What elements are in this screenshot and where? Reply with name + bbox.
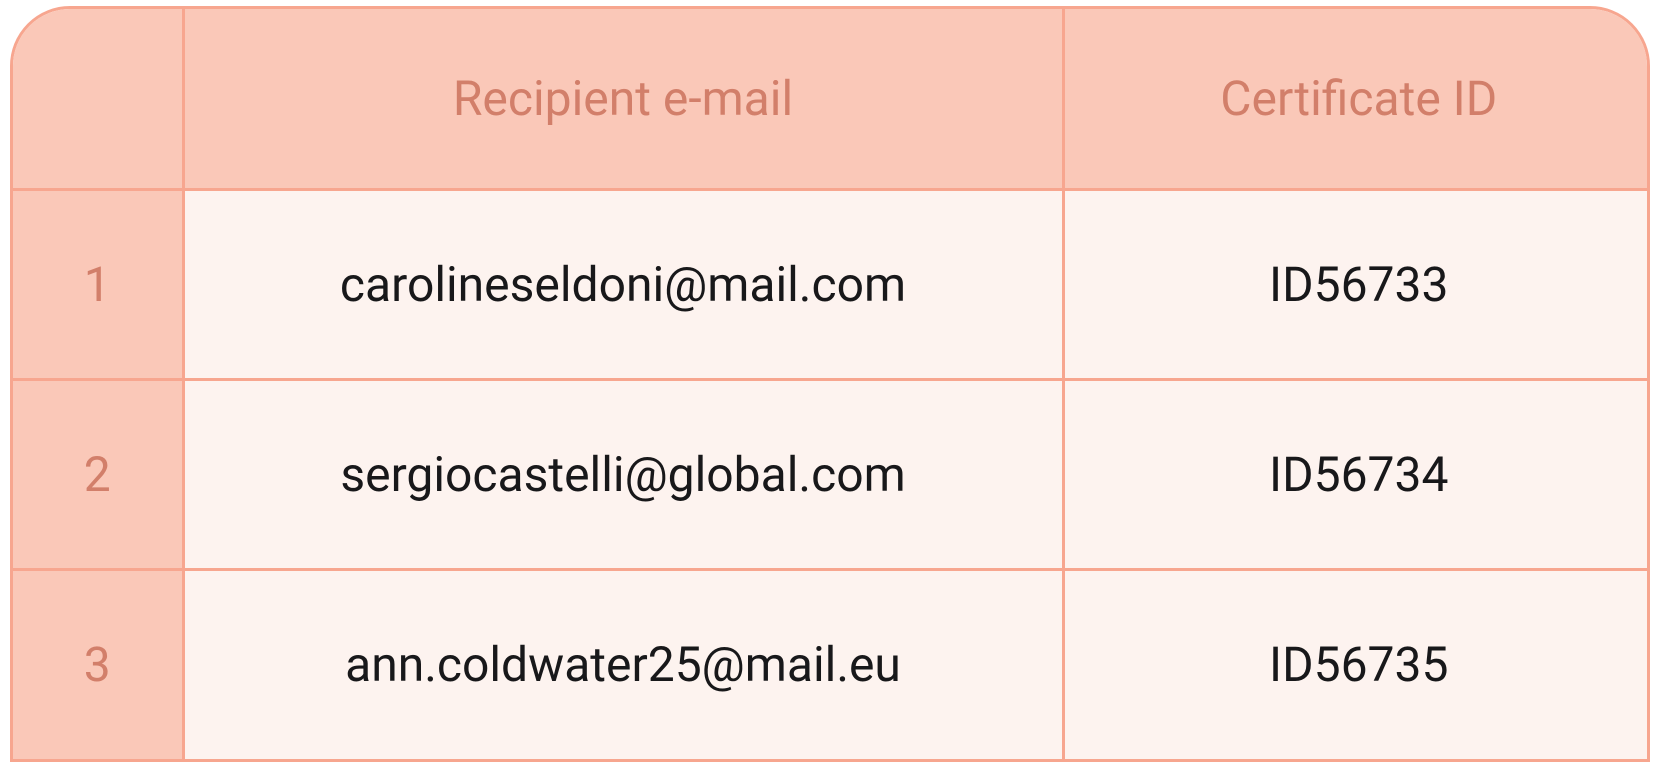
table-row[interactable]: 3 ann.coldwater25@mail.eu ID56735	[13, 569, 1650, 759]
table-row[interactable]: 1 carolineseldoni@mail.com ID56733	[13, 189, 1650, 379]
header-index	[13, 9, 183, 189]
row-email: carolineseldoni@mail.com	[183, 189, 1063, 379]
row-email: ann.coldwater25@mail.eu	[183, 569, 1063, 759]
header-email: Recipient e-mail	[183, 9, 1063, 189]
recipient-table: Recipient e-mail Certificate ID 1 caroli…	[13, 9, 1650, 759]
table-row[interactable]: 2 sergiocastelli@global.com ID56734	[13, 379, 1650, 569]
row-index: 2	[13, 379, 183, 569]
row-index: 1	[13, 189, 183, 379]
row-index: 3	[13, 569, 183, 759]
table-header-row: Recipient e-mail Certificate ID	[13, 9, 1650, 189]
recipient-table-wrapper: Recipient e-mail Certificate ID 1 caroli…	[10, 6, 1650, 762]
header-certificate: Certificate ID	[1063, 9, 1650, 189]
row-email: sergiocastelli@global.com	[183, 379, 1063, 569]
row-certificate: ID56734	[1063, 379, 1650, 569]
row-certificate: ID56733	[1063, 189, 1650, 379]
row-certificate: ID56735	[1063, 569, 1650, 759]
